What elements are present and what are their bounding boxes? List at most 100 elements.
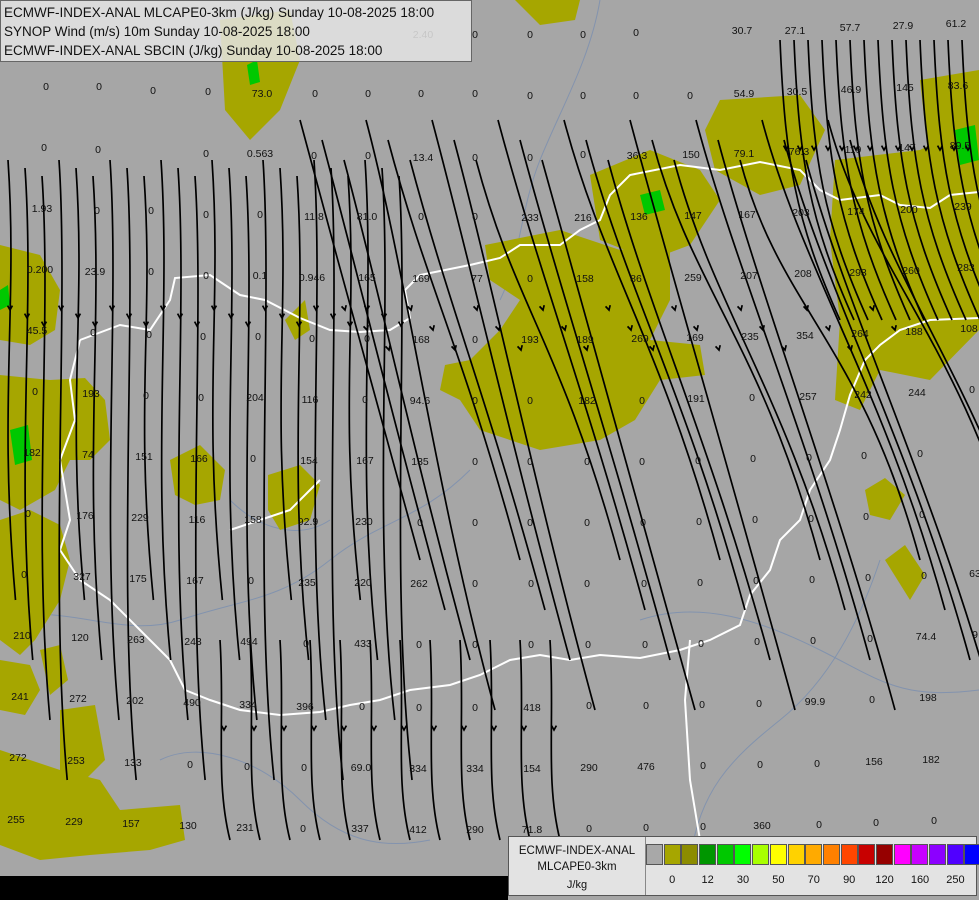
station-value-label: 412 xyxy=(409,824,427,836)
streamline xyxy=(339,639,351,841)
station-value-label: 151 xyxy=(135,451,153,463)
station-value-label: 354 xyxy=(796,330,814,342)
station-value-label: 89.5 xyxy=(950,140,971,152)
station-value-label: 433 xyxy=(354,638,372,650)
station-value-label: 0 xyxy=(472,578,478,590)
legend-swatch xyxy=(769,844,787,865)
station-value-label: 0 xyxy=(359,701,365,713)
station-value-label: 166 xyxy=(190,453,208,465)
station-value-label: 243 xyxy=(184,636,202,648)
station-value-label: 74 xyxy=(82,449,94,461)
station-value-label: 216 xyxy=(574,212,592,224)
streamline-arrow xyxy=(384,344,392,352)
station-value-label: 30.5 xyxy=(787,86,808,98)
streamline-arrow xyxy=(472,304,480,312)
station-value-label: 0 xyxy=(250,453,256,465)
station-value-label: 116 xyxy=(302,394,319,406)
station-value-label: 0 xyxy=(586,700,592,712)
legend-tick-label: 12 xyxy=(701,874,714,886)
station-value-label: 269 xyxy=(631,333,649,345)
station-value-label: 74.4 xyxy=(916,631,937,643)
legend-swatch xyxy=(822,844,840,865)
wind-streamlines xyxy=(6,39,979,841)
station-value-label: 0 xyxy=(248,575,254,587)
station-value-label: 0 xyxy=(527,29,533,41)
station-value-label: 116 xyxy=(189,514,206,526)
station-value-label: 0 xyxy=(198,392,204,404)
station-value-label: 167 xyxy=(186,575,204,587)
station-value-label: 0 xyxy=(749,392,755,404)
station-value-label: 0 xyxy=(642,639,648,651)
station-value-label: 108 xyxy=(960,323,978,335)
station-value-label: 0 xyxy=(309,333,315,345)
station-value-label: 176 xyxy=(76,510,94,522)
legend-tick-label: 160 xyxy=(910,874,930,886)
station-value-label: 0.563 xyxy=(247,148,273,160)
station-value-label: 0 xyxy=(203,148,209,160)
station-value-label: 0 xyxy=(255,331,261,343)
station-value-label: 11.8 xyxy=(304,211,324,223)
station-value-label: 0 xyxy=(931,815,937,827)
station-value-label: 0 xyxy=(472,517,478,529)
station-value-label: 150 xyxy=(682,149,700,161)
station-value-label: 0 xyxy=(969,384,975,396)
station-value-label: 182 xyxy=(922,754,940,766)
bottom-strip xyxy=(0,876,508,900)
station-value-label: 54.9 xyxy=(734,88,755,100)
station-value-label: 0 xyxy=(187,759,193,771)
station-value-label: 242 xyxy=(854,389,872,401)
legend-swatch xyxy=(734,844,752,865)
station-value-label: 0 xyxy=(311,150,317,162)
station-value-label: 0 xyxy=(586,823,592,835)
station-value-label: 293 xyxy=(849,267,867,279)
station-value-label: 0 xyxy=(867,633,873,645)
station-value-label: 210 xyxy=(13,630,31,642)
station-value-label: 204 xyxy=(246,392,264,404)
station-value-label: 27.1 xyxy=(785,25,806,37)
station-value-label: 0 xyxy=(472,456,478,468)
legend-swatch xyxy=(752,844,770,865)
station-value-label: 0 xyxy=(754,636,760,648)
legend-tick-label: 50 xyxy=(772,874,785,886)
streamline-arrow xyxy=(220,725,228,732)
station-value-label: 147 xyxy=(898,142,916,154)
station-value-label: 360 xyxy=(753,820,771,832)
streamline-arrow xyxy=(362,324,370,332)
station-value-label: 130 xyxy=(179,820,197,832)
streamline xyxy=(519,639,531,841)
station-value-label: 73.0 xyxy=(252,88,273,100)
station-value-label: 0 xyxy=(580,149,586,161)
station-value-label: 0 xyxy=(699,699,705,711)
station-value-label: 0 xyxy=(472,395,478,407)
station-value-label: 0 xyxy=(472,88,478,100)
station-value-label: 158 xyxy=(576,273,594,285)
legend-title-line2: MLCAPE0-3km xyxy=(537,861,617,873)
station-value-label: 83.6 xyxy=(948,80,969,92)
station-value-label: 290 xyxy=(580,762,598,774)
streamline xyxy=(429,639,441,841)
weather-map: 000073.00000000054.930.546.914583.62.400… xyxy=(0,0,979,900)
streamline-arrow xyxy=(670,304,678,312)
station-value-label: 0 xyxy=(527,152,533,164)
streamline-arrow xyxy=(494,324,502,332)
station-value-label: 182 xyxy=(23,447,41,459)
station-value-label: 0 xyxy=(90,327,96,339)
station-value-label: 0 xyxy=(810,635,816,647)
station-value-label: 30.7 xyxy=(732,25,753,37)
legend-swatch xyxy=(840,844,858,865)
color-legend: ECMWF-INDEX-ANAL MLCAPE0-3km J/kg 0 12 30 5… xyxy=(508,836,979,896)
station-value-label: 255 xyxy=(7,814,25,826)
station-value-label: 167 xyxy=(738,209,756,221)
station-value-label: 57.7 xyxy=(840,22,861,34)
legend-swatch xyxy=(716,844,734,865)
station-value-label: 260 xyxy=(902,265,920,277)
station-value-label: 0 xyxy=(528,578,534,590)
station-value-label: 135 xyxy=(411,456,429,468)
station-value-label: 259 xyxy=(684,272,702,284)
station-value-label: 208 xyxy=(794,268,812,280)
station-value-label: 191 xyxy=(687,393,705,405)
station-value-label: 193 xyxy=(82,388,100,400)
station-value-label: 158 xyxy=(244,514,262,526)
station-value-label: 175 xyxy=(129,573,147,585)
station-value-label: 13.4 xyxy=(413,152,434,164)
